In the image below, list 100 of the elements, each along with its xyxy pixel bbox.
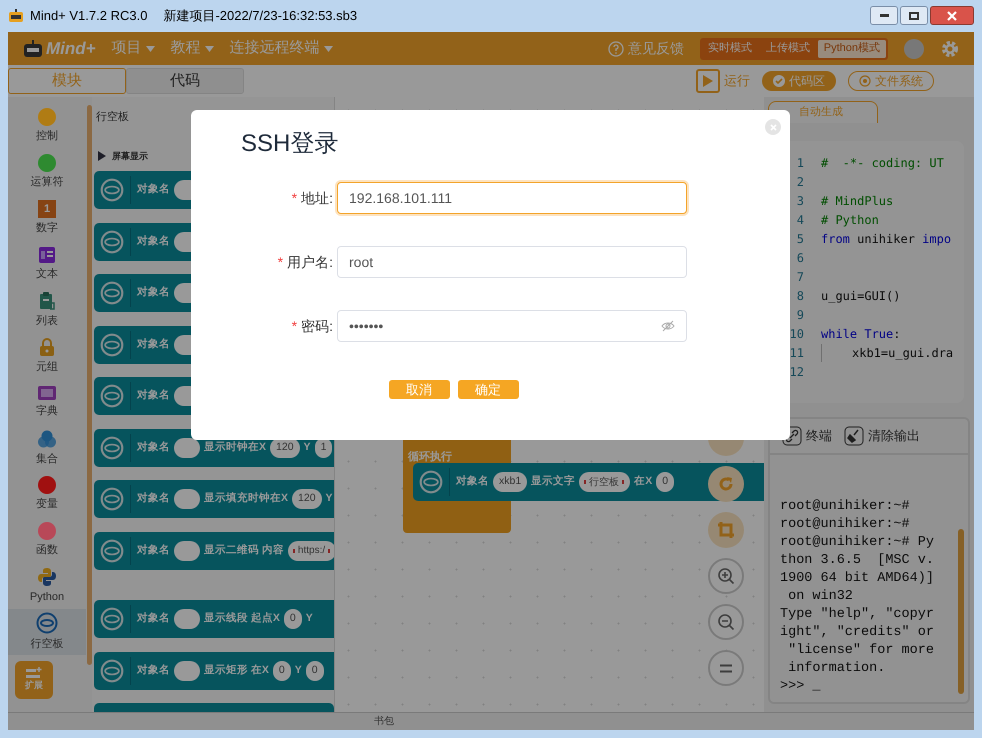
code-block[interactable]: 对象名 xkb1 显示文字 行空板 在X 0	[413, 463, 764, 501]
editor-tab[interactable]: 代码	[126, 68, 244, 94]
terminal-line: root@unihiker:~# Py	[780, 534, 935, 552]
terminal-line: Type "help", "copyr	[780, 606, 935, 624]
code-token: xkb1=u_gui.dra	[852, 344, 954, 362]
project-name: 新建项目-2022/7/23-16:32:53.sb3	[163, 7, 358, 26]
code-token: from	[821, 230, 850, 248]
field-label: 用户名:	[287, 252, 333, 272]
category-item[interactable]: Python	[8, 563, 86, 609]
code-block[interactable]: 对象名 显示矩形 在X 0 Y 0	[94, 652, 334, 690]
category-item[interactable]: 字典	[8, 379, 86, 425]
category-item[interactable]: 集合	[8, 425, 86, 471]
loop-label: 循环执行	[408, 450, 452, 465]
code-token: u_gui=GUI()	[821, 288, 900, 304]
input-field[interactable]: 192.168.101.111	[337, 182, 687, 214]
line-number: 5	[796, 230, 804, 248]
line-number: 4	[796, 212, 804, 228]
number-slot[interactable]: 0	[656, 472, 674, 492]
category-item[interactable]: 函数	[8, 517, 86, 563]
terminal-line: ight", "credits" or	[780, 624, 935, 642]
code-block[interactable]: 对象名 显示线段 起点X 0 Y	[94, 600, 334, 638]
block-text: 显示矩形 在X	[204, 662, 269, 678]
line-number: 11	[788, 344, 804, 362]
block-text: Y	[304, 440, 311, 455]
field-label: 地址:	[301, 188, 333, 208]
block-label: 对象名	[137, 440, 170, 455]
terminal-button[interactable]: 清除输出	[844, 426, 920, 446]
terminal-line: thon 3.6.5 [MSC v.	[780, 552, 935, 570]
required-mark: *	[292, 316, 298, 336]
required-mark: *	[278, 252, 284, 272]
block-label: 对象名	[137, 662, 170, 678]
input-field[interactable]: root	[337, 246, 687, 278]
block-label: 对象名	[137, 542, 170, 558]
line-number: 2	[796, 174, 804, 190]
block-label: 对象名	[137, 611, 170, 626]
logo-text: Mind+	[46, 38, 96, 60]
block-text: 显示时钟在X	[204, 440, 266, 455]
category-item[interactable]: 1 数字	[8, 195, 86, 241]
terminal-line: root@unihiker:~#	[780, 516, 911, 534]
block-label: 对象名	[137, 234, 170, 249]
code-token: # -*- coding: UT	[821, 154, 944, 172]
block-text: 显示二维码 内容	[204, 542, 284, 558]
terminal-line: >>> _	[780, 678, 822, 696]
code-token: unihiker	[856, 230, 916, 248]
window-title: Mind+ V1.7.2 RC3.0	[30, 7, 148, 26]
line-number: 10	[788, 326, 804, 342]
category-item[interactable]: 列表	[8, 287, 86, 333]
number-slot[interactable]: 0	[306, 660, 324, 680]
category-item[interactable]: 元组	[8, 333, 86, 379]
code-token: :	[893, 326, 900, 342]
code-block[interactable]: 对象名 显示二维码 内容 https:/	[94, 532, 334, 570]
line-number: 7	[796, 268, 804, 286]
block-text: 在X	[634, 474, 652, 490]
block-label: 对象名	[137, 285, 170, 300]
backpack-label: 书包	[374, 714, 394, 729]
number-slot[interactable]: 120	[292, 489, 322, 509]
terminal-line: root@unihiker:~#	[780, 498, 911, 516]
mode-tab[interactable]: 上传模式	[760, 40, 816, 58]
required-mark: *	[292, 188, 298, 208]
line-number: 3	[796, 192, 804, 210]
block-label: 对象名	[137, 182, 170, 198]
dialog-title: SSH登录	[241, 129, 338, 159]
mode-tab[interactable]: Python模式	[818, 40, 886, 58]
block-label: 对象名	[137, 336, 170, 352]
block-text: 显示文字	[531, 474, 576, 490]
code-token: # Python	[821, 212, 879, 228]
code-token: # MindPlus	[821, 192, 894, 210]
category-item[interactable]: 控制	[8, 103, 86, 149]
password-field[interactable]: •••••••	[337, 310, 687, 342]
block-text: 显示填充时钟在X	[204, 491, 288, 506]
line-number: 12	[788, 364, 804, 380]
number-slot[interactable]: 0	[284, 609, 302, 629]
block-text: Y	[306, 611, 313, 626]
terminal-line: "license" for more	[787, 642, 935, 660]
block-text: 显示线段 起点X	[204, 611, 280, 626]
section-title: 屏幕显示	[112, 150, 148, 162]
mode-tab[interactable]: 实时模式	[702, 40, 758, 58]
line-number: 8	[796, 288, 804, 304]
block-label: 对象名	[137, 388, 170, 404]
block-text: Y	[326, 491, 333, 506]
field-label: 密码:	[301, 316, 333, 336]
category-item[interactable]: 行空板	[8, 609, 86, 655]
line-number: 6	[796, 250, 804, 266]
number-slot[interactable]: xkb1	[493, 472, 528, 492]
string-slot[interactable]: 行空板	[579, 472, 630, 492]
terminal-line: 1900 64 bit AMD64)]	[780, 570, 935, 588]
line-number: 1	[796, 154, 804, 172]
block-label: 对象名	[456, 474, 489, 490]
block-text: Y	[294, 662, 302, 678]
line-number: 9	[796, 306, 804, 324]
number-slot[interactable]: 0	[272, 660, 291, 680]
number-icon: 1	[38, 200, 56, 218]
category-item[interactable]: 文本	[8, 241, 86, 287]
string-slot[interactable]: https:/	[288, 540, 334, 560]
code-block[interactable]: 对象名 显示填充时钟在X 120 Y	[94, 480, 334, 518]
terminal-line: information.	[787, 660, 886, 678]
block-label: 对象名	[137, 491, 170, 506]
category-item[interactable]: 运算符	[8, 149, 86, 195]
code-token: impo	[922, 230, 952, 248]
category-item[interactable]: 变量	[8, 471, 86, 517]
